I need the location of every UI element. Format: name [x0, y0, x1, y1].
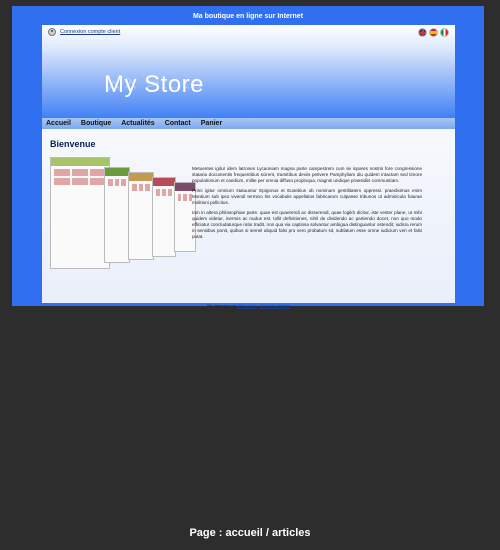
site-footer: Site hébergé par Webcartop - Mentions lé… [42, 303, 455, 308]
nav-panier[interactable]: Panier [201, 120, 222, 127]
template-preview [104, 167, 130, 263]
footer-prefix: Site hébergé par [206, 303, 237, 308]
main-nav: Accueil Boutique Actualités Contact Pani… [42, 118, 455, 129]
spain-flag-icon[interactable] [429, 28, 438, 37]
frame: Ma boutique en ligne sur Internet Connex… [0, 0, 500, 550]
footer-host-link[interactable]: Webcartop [237, 303, 256, 308]
site-header: Connexion compte client My Store My Stor… [42, 25, 455, 119]
template-preview [50, 157, 110, 269]
nav-accueil[interactable]: Accueil [46, 120, 71, 127]
nav-boutique[interactable]: Boutique [81, 120, 111, 127]
template-preview [152, 177, 176, 257]
website-screenshot: Ma boutique en ligne sur Internet Connex… [12, 6, 484, 308]
italy-flag-icon[interactable] [440, 28, 449, 37]
window-title: Ma boutique en ligne sur Internet [192, 13, 304, 20]
paragraph: Metuentes igitur idem latrones Lycaoniam… [192, 166, 422, 183]
user-icon [48, 28, 56, 36]
page-caption: Page : accueil / articles [189, 527, 311, 539]
template-preview [128, 172, 154, 260]
store-logo-reflection: My Store [104, 76, 205, 93]
template-previews-image [50, 157, 196, 269]
paragraph: Primi igitur omnium statuuntur Epigonus … [192, 188, 422, 205]
page-title: Bienvenue [50, 139, 96, 149]
footer-legal-link[interactable]: Mentions légales [260, 303, 290, 308]
nav-contact[interactable]: Contact [165, 120, 191, 127]
customer-login-link[interactable]: Connexion compte client [60, 29, 120, 35]
welcome-text: Metuentes igitur idem latrones Lycaoniam… [192, 166, 422, 244]
uk-flag-icon[interactable] [418, 28, 427, 37]
language-flags [418, 28, 449, 37]
paragraph: Iam in altera philosophiae parte. quae e… [192, 210, 422, 239]
customer-login[interactable]: Connexion compte client [48, 28, 120, 36]
nav-actualites[interactable]: Actualités [121, 120, 154, 127]
website-body: Connexion compte client My Store My Stor… [42, 25, 455, 308]
